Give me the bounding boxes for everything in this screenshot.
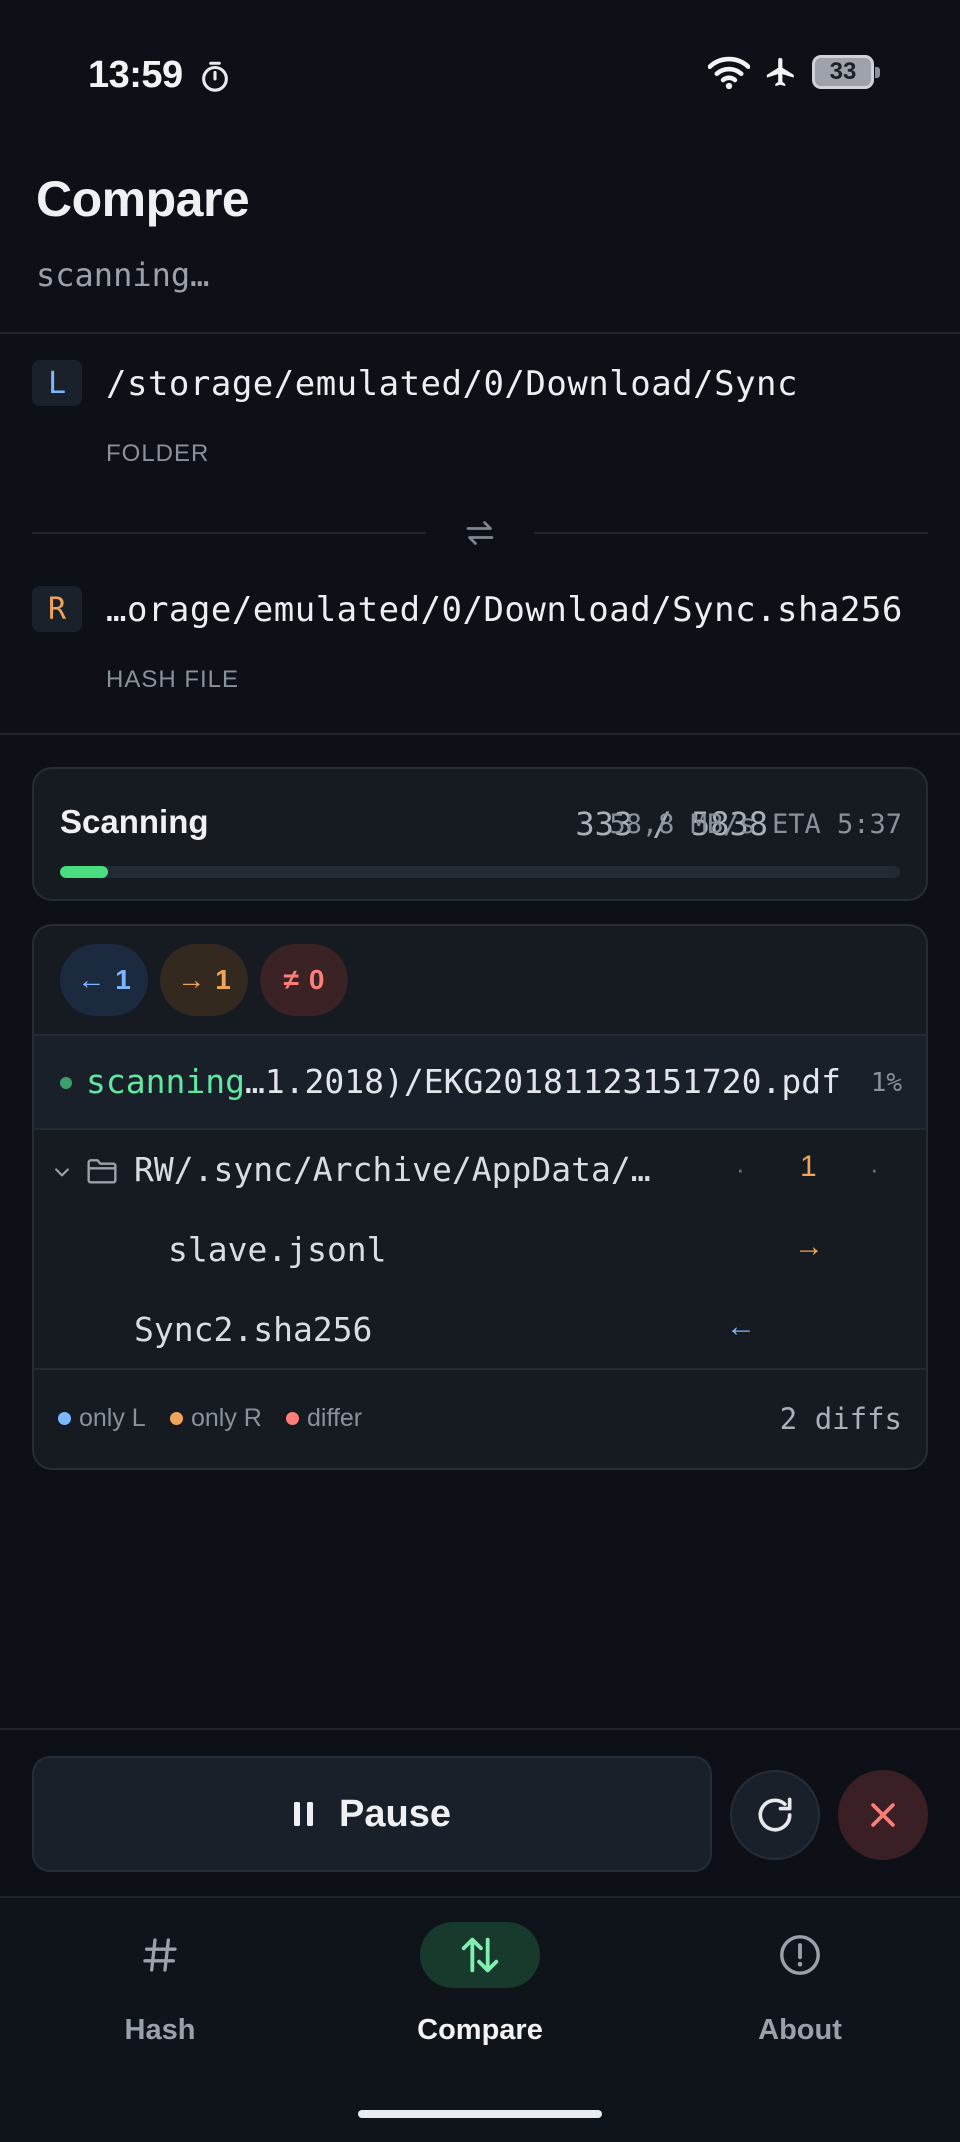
left-kind: FOLDER (106, 440, 210, 467)
differ-count: 0 (308, 964, 325, 995)
folder-only-left-cell: · (736, 1154, 745, 1184)
diff-total: 2 diffs (779, 1402, 902, 1436)
only-left-dot (58, 1412, 71, 1425)
right-path[interactable]: …orage/emulated/0/Download/Sync.sha256 (106, 590, 903, 630)
scan-percent: 1% (870, 1068, 902, 1098)
header-divider (0, 332, 960, 334)
only-right-dot (170, 1412, 183, 1425)
progress-rate: 58,8 MB/s ETA 5:37 (609, 809, 902, 840)
differ-chip[interactable]: ≠ 0 (260, 944, 348, 1016)
legend-differ: differ (286, 1404, 362, 1433)
arrow-left-icon: ← (77, 964, 106, 995)
wifi-icon (708, 56, 750, 90)
progress-label: Scanning (60, 803, 209, 840)
chevron-down-icon[interactable] (52, 1162, 72, 1182)
progress-card: Scanning 333 / 5838 58,8 MB/s ETA 5:37 (32, 767, 928, 901)
progress-bar-fill (60, 866, 108, 878)
not-equal-icon: ≠ (283, 964, 299, 995)
scan-file: …1.2018)/EKG20181123151720.pdf (244, 1062, 841, 1101)
page-subtitle: scanning… (36, 256, 210, 294)
nav-compare-icon-wrap (420, 1922, 540, 1988)
left-path[interactable]: /storage/emulated/0/Download/Sync (106, 364, 798, 404)
restart-button[interactable] (730, 1770, 820, 1860)
pause-button[interactable]: Pause (32, 1756, 712, 1872)
arrow-right-icon: → (794, 1230, 824, 1263)
info-icon (780, 1935, 820, 1975)
status-bar: 13:59 33 (0, 0, 960, 150)
page-title: Compare (36, 171, 250, 227)
battery-indicator: 33 (812, 55, 880, 89)
close-icon (871, 1803, 895, 1827)
right-badge: R (32, 586, 82, 632)
nav-hash[interactable]: Hash (0, 1898, 320, 2098)
left-badge: L (32, 360, 82, 406)
swap-divider-right (534, 532, 928, 534)
legend-row: only L only R differ 2 diffs (34, 1368, 926, 1466)
refresh-icon (758, 1797, 792, 1832)
current-scan-row: scanning…1.2018)/EKG20181123151720.pdf 1… (34, 1034, 926, 1130)
folder-only-right-cell: 1 (800, 1150, 817, 1183)
differ-dot (286, 1412, 299, 1425)
legend-only-right: only R (170, 1404, 262, 1433)
tree-folder-row[interactable]: RW/.sync/Archive/AppData/… · 1 · (34, 1132, 926, 1212)
nav-compare[interactable]: Compare (320, 1898, 640, 2098)
legend-only-left-label: only L (79, 1404, 146, 1432)
page-header: Compare scanning… (36, 170, 250, 294)
status-time: 13:59 (88, 54, 183, 96)
cancel-button[interactable] (838, 1770, 928, 1860)
left-path-row[interactable]: L /storage/emulated/0/Download/Sync FOLD… (32, 360, 932, 470)
results-card: ← 1 → 1 ≠ 0 scanning…1.2018)/EKG20181123… (32, 924, 928, 1470)
tree-folder-name: RW/.sync/Archive/AppData/… (134, 1150, 651, 1189)
pause-label: Pause (339, 1792, 451, 1835)
scan-status-dot (60, 1077, 72, 1089)
nav-about[interactable]: About (640, 1898, 960, 2098)
tree-file-row[interactable]: slave.jsonl → (34, 1212, 926, 1292)
tree-file-name: Sync2.sha256 (134, 1310, 373, 1349)
home-indicator[interactable] (358, 2110, 602, 2118)
progress-bar (60, 866, 900, 878)
hash-icon (143, 1938, 177, 1972)
only-left-chip[interactable]: ← 1 (60, 944, 148, 1016)
arrow-left-icon: ← (726, 1310, 756, 1343)
nav-compare-label: Compare (417, 2014, 543, 2046)
airplane-icon (766, 57, 794, 87)
folder-icon (87, 1159, 117, 1184)
folder-differ-cell: · (870, 1154, 879, 1184)
scan-prefix: scanning (86, 1062, 245, 1101)
bottom-nav: Hash Compare About (0, 1896, 960, 2142)
swap-vertical-icon (461, 1937, 499, 1973)
only-right-chip[interactable]: → 1 (160, 944, 248, 1016)
current-scan-file: scanning…1.2018)/EKG20181123151720.pdf (86, 1062, 841, 1101)
tree-file-row[interactable]: Sync2.sha256 ← (34, 1292, 926, 1372)
nav-about-label: About (758, 2014, 842, 2046)
action-bar: Pause (0, 1728, 960, 1896)
nav-about-icon-wrap (740, 1922, 860, 1988)
only-right-count: 1 (215, 964, 231, 995)
pause-icon (294, 1802, 314, 1826)
right-path-row[interactable]: R …orage/emulated/0/Download/Sync.sha256… (32, 586, 932, 696)
arrow-right-icon: → (177, 964, 206, 995)
stopwatch-icon (202, 61, 228, 92)
right-kind: HASH FILE (106, 666, 240, 693)
swap-icon[interactable] (462, 515, 498, 551)
only-left-count: 1 (115, 964, 131, 995)
legend-only-left: only L (58, 1404, 146, 1433)
battery-level: 33 (829, 58, 857, 85)
legend-differ-label: differ (307, 1404, 363, 1432)
swap-divider-left (32, 532, 426, 534)
legend-only-right-label: only R (191, 1404, 262, 1432)
nav-hash-label: Hash (124, 2014, 196, 2046)
tree-file-name: slave.jsonl (168, 1230, 387, 1269)
nav-hash-icon-wrap (100, 1922, 220, 1988)
paths-divider (0, 733, 960, 735)
